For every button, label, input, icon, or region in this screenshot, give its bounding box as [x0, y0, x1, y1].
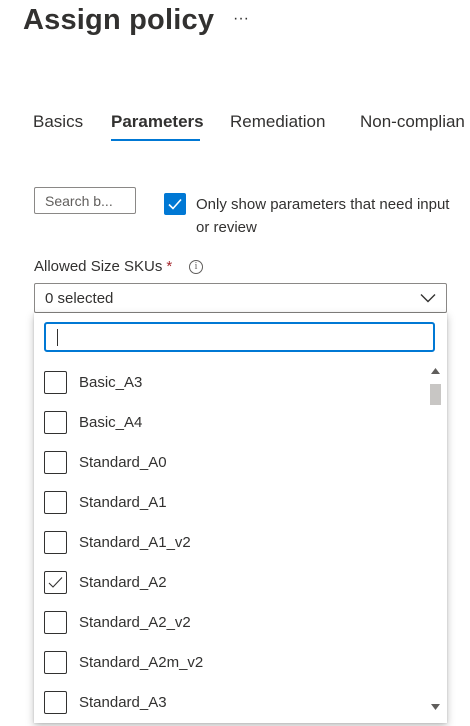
option-label: Standard_A1 [79, 494, 167, 511]
option-standard-a2-v2[interactable]: Standard_A2_v2 [34, 603, 424, 643]
sku-dropdown-panel: Basic_A3 Basic_A4 Standard_A0 Standard_A… [34, 313, 447, 723]
dropdown-scrollbar[interactable] [427, 363, 444, 719]
option-label: Standard_A3 [79, 694, 167, 711]
select-value: 0 selected [45, 290, 114, 307]
text-caret [57, 329, 58, 346]
tab-bar: Basics Parameters Remediation Non-compli… [0, 112, 470, 146]
field-label-text: Allowed Size SKUs [34, 258, 163, 275]
info-icon[interactable]: i [189, 260, 203, 274]
scroll-down-arrow-icon[interactable] [431, 704, 440, 710]
checkmark-icon [48, 577, 63, 588]
option-standard-a2m-v2[interactable]: Standard_A2m_v2 [34, 643, 424, 683]
option-standard-a1[interactable]: Standard_A1 [34, 483, 424, 523]
tab-remediation[interactable]: Remediation [230, 112, 325, 132]
option-checkbox[interactable] [44, 691, 67, 714]
chevron-down-icon [420, 294, 436, 303]
checkmark-icon [168, 198, 182, 210]
more-options-icon[interactable]: ··· [233, 10, 249, 28]
option-label: Standard_A2m_v2 [79, 654, 204, 671]
option-label: Standard_A2 [79, 574, 167, 591]
option-checkbox[interactable] [44, 451, 67, 474]
option-basic-a4[interactable]: Basic_A4 [34, 403, 424, 443]
allowed-size-skus-select[interactable]: 0 selected [34, 283, 447, 313]
option-label: Standard_A0 [79, 454, 167, 471]
active-tab-indicator [111, 139, 200, 141]
only-show-checkbox[interactable] [164, 193, 186, 215]
scroll-up-arrow-icon[interactable] [431, 368, 440, 374]
field-label: Allowed Size SKUs * [34, 258, 172, 275]
option-checkbox[interactable] [44, 651, 67, 674]
tab-basics[interactable]: Basics [33, 112, 83, 132]
search-input[interactable]: Search b... [34, 187, 136, 214]
tab-non-compliance[interactable]: Non-complian [360, 112, 465, 132]
option-checkbox[interactable] [44, 491, 67, 514]
required-indicator: * [166, 258, 173, 275]
option-checkbox-checked[interactable] [44, 571, 67, 594]
page-title: Assign policy [23, 4, 215, 36]
option-label: Basic_A3 [79, 374, 143, 391]
option-standard-a2[interactable]: Standard_A2 [34, 563, 424, 603]
option-label: Basic_A4 [79, 414, 143, 431]
option-label: Standard_A1_v2 [79, 534, 191, 551]
dropdown-filter-input[interactable] [44, 322, 435, 352]
option-checkbox[interactable] [44, 371, 67, 394]
only-show-label[interactable]: Only show parameters that need input or … [196, 193, 456, 239]
option-checkbox[interactable] [44, 531, 67, 554]
scrollbar-thumb[interactable] [430, 384, 441, 405]
option-basic-a3[interactable]: Basic_A3 [34, 363, 424, 403]
option-standard-a0[interactable]: Standard_A0 [34, 443, 424, 483]
option-label: Standard_A2_v2 [79, 614, 191, 631]
tab-parameters[interactable]: Parameters [111, 112, 204, 132]
option-checkbox[interactable] [44, 611, 67, 634]
option-standard-a3[interactable]: Standard_A3 [34, 683, 424, 723]
option-standard-a1-v2[interactable]: Standard_A1_v2 [34, 523, 424, 563]
option-checkbox[interactable] [44, 411, 67, 434]
